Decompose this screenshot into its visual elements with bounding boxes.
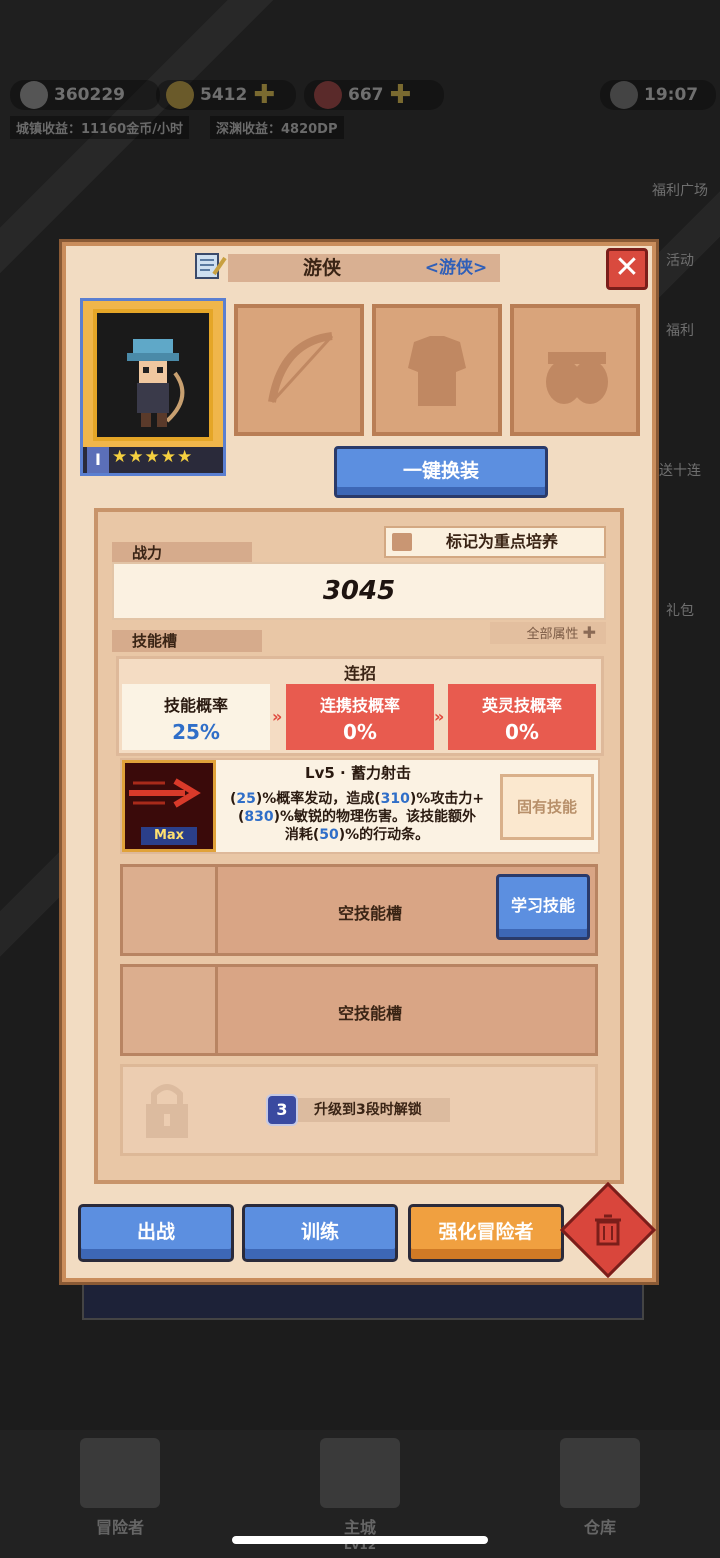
bow-icon: [268, 332, 334, 404]
star-icon: ★: [160, 447, 176, 467]
class-tag: <游侠>: [424, 258, 488, 278]
clock-display: 19:07: [600, 80, 716, 110]
explore-income: 深渊收益：4820DP: [210, 116, 344, 139]
gem-resource: 667 ✚: [304, 80, 444, 110]
deploy-button[interactable]: 出战: [78, 1204, 234, 1262]
add-gold-icon[interactable]: ✚: [253, 80, 275, 110]
equip-all-button[interactable]: 一键换装: [334, 446, 548, 498]
acorn-icon: [546, 352, 608, 404]
charged-shot-icon[interactable]: Max: [122, 760, 216, 852]
plus-icon: ✚: [582, 623, 596, 642]
gold-resource: 5412 ✚: [156, 80, 296, 110]
underlying-panel: [82, 1282, 644, 1320]
empty-slot-label: 空技能槽: [337, 1004, 402, 1023]
clock-icon: [610, 81, 638, 109]
power-resource: 360229: [10, 80, 160, 110]
coin-icon: [166, 81, 194, 109]
power-label: 战力: [112, 542, 252, 564]
empty-slot-label: 空技能槽: [337, 904, 402, 923]
skill-rate: 技能概率 25%: [122, 684, 270, 750]
chevron-right-icon: »: [434, 707, 445, 726]
skill-slot-label: 技能槽: [112, 630, 262, 652]
rank-badge: I: [87, 447, 109, 473]
adventurer-icon: [80, 1438, 160, 1508]
chevron-right-icon: »: [272, 707, 283, 726]
skill-name: Lv5 · 蓄力射击: [305, 764, 411, 782]
combo-title: 连招: [343, 664, 376, 683]
star-icon: ★: [128, 447, 144, 467]
close-button[interactable]: ✕: [606, 248, 648, 290]
lock-icon: [146, 1084, 188, 1138]
star-icon: ★: [177, 447, 193, 467]
castle-icon: [320, 1438, 400, 1508]
checkbox-icon: [392, 533, 412, 551]
armor-icon: [408, 336, 466, 406]
mark-focus-checkbox[interactable]: 标记为重点培养: [384, 526, 606, 558]
train-button[interactable]: 训练: [242, 1204, 398, 1262]
innate-skill-label: 固有技能: [500, 774, 594, 840]
town-income: 城镇收益：11160金币/小时: [10, 116, 189, 139]
hero-name: 游侠: [302, 257, 341, 279]
equip-slot-bow[interactable]: [234, 304, 364, 436]
scroll-icon: [195, 253, 227, 279]
power-value: 3045: [322, 576, 396, 606]
learn-skill-button[interactable]: 学习技能: [496, 874, 590, 940]
hero-sprite: [93, 309, 213, 441]
hero-portrait[interactable]: ★★★★★ I: [80, 298, 226, 476]
menu-welfare-plaza[interactable]: 福利广场: [640, 180, 720, 250]
archer-icon: [127, 339, 185, 427]
hero-rate: 英灵技概率 0%: [448, 684, 596, 750]
nav-warehouse[interactable]: 仓库: [480, 1430, 720, 1558]
all-attributes-button[interactable]: 全部属性 ✚: [490, 622, 606, 644]
arrow-icon: [129, 778, 201, 808]
warehouse-icon: [560, 1438, 640, 1508]
stage-badge: 3: [266, 1094, 298, 1126]
gem-icon: [314, 81, 342, 109]
unlock-hint: 升级到3段时解锁: [296, 1098, 450, 1122]
equip-slot-accessory[interactable]: [510, 304, 640, 436]
power-icon: [20, 81, 48, 109]
star-icon: ★: [112, 447, 128, 467]
trash-icon: [595, 1214, 621, 1246]
star-icon: ★: [144, 447, 160, 467]
chain-rate: 连携技概率 0%: [286, 684, 434, 750]
nav-adventurer[interactable]: 冒险者: [0, 1430, 240, 1558]
top-resource-bar: 360229 5412 ✚ 667 ✚ 19:07 城镇收益：11160金币/小时 …: [0, 70, 720, 150]
add-gem-icon[interactable]: ✚: [390, 80, 412, 110]
home-indicator[interactable]: [232, 1536, 488, 1544]
enhance-adventurer-button[interactable]: 强化冒险者: [408, 1204, 564, 1262]
skill-description: (25)%概率发动，造成(310)%攻击力+ (830)%敏锐的物理伤害。该技能…: [229, 791, 485, 843]
equip-slot-armor[interactable]: [372, 304, 502, 436]
max-badge: Max: [141, 827, 197, 845]
